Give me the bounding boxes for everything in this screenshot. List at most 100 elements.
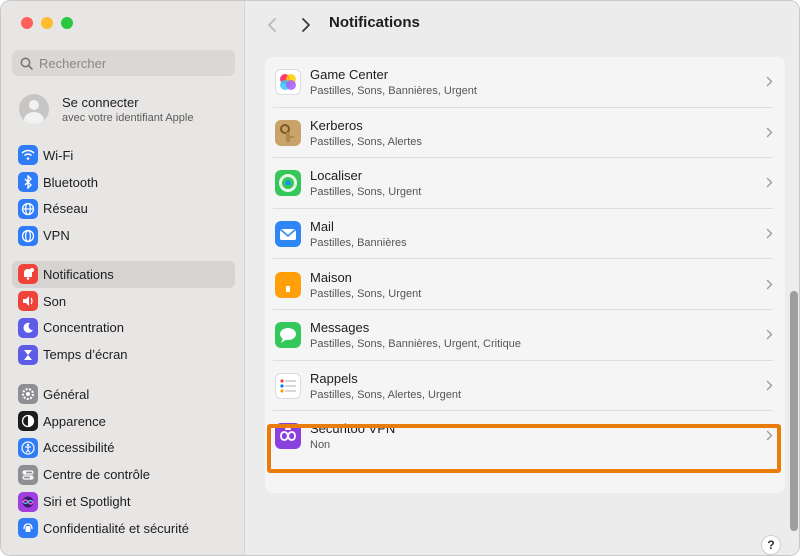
app-name: Messages bbox=[310, 320, 370, 336]
zoom-window-button[interactable] bbox=[61, 17, 73, 29]
reminders-icon bbox=[275, 372, 301, 399]
app-row-mail[interactable]: Mail Pastilles, Bannières bbox=[265, 209, 785, 260]
app-name: Mail bbox=[310, 219, 334, 235]
sidebar-item-appearance[interactable]: Apparence bbox=[12, 408, 235, 435]
app-notification-summary: Pastilles, Sons, Urgent bbox=[310, 287, 422, 300]
app-notification-summary: Pastilles, Sons, Bannières, Urgent, Crit… bbox=[310, 338, 521, 351]
sidebar-item-sound[interactable]: Son bbox=[12, 288, 235, 315]
network-icon bbox=[18, 198, 38, 219]
appearance-icon bbox=[18, 411, 38, 432]
app-name: Kerberos bbox=[310, 117, 363, 133]
app-name: Game Center bbox=[310, 67, 389, 83]
mail-icon bbox=[275, 221, 301, 248]
privacy-icon bbox=[18, 518, 38, 539]
sidebar-item-siri[interactable]: Siri et Spotlight bbox=[12, 488, 235, 515]
sidebar-item-vpn[interactable]: VPN bbox=[12, 222, 235, 249]
sidebar-group-system: Général Apparence Accessibilité Centre de c… bbox=[12, 381, 235, 542]
sidebar-item-focus[interactable]: Concentration bbox=[12, 315, 235, 342]
sidebar-item-label: Notifications bbox=[43, 266, 114, 282]
close-window-button[interactable] bbox=[21, 17, 33, 29]
sidebar-item-label: Apparence bbox=[43, 413, 106, 429]
app-notification-summary: Pastilles, Sons, Bannières, Urgent bbox=[310, 85, 477, 98]
app-row-kerberos[interactable]: Kerberos Pastilles, Sons, Alertes bbox=[265, 108, 785, 159]
apple-id-signin[interactable]: Se connecter avec votre identifiant Appl… bbox=[19, 91, 239, 127]
page-title: Notifications bbox=[329, 14, 420, 31]
siri-icon bbox=[18, 491, 38, 512]
notifications-icon bbox=[18, 264, 38, 285]
chevron-right-icon bbox=[766, 125, 773, 141]
app-name: Localiser bbox=[310, 168, 363, 184]
app-notification-summary: Pastilles, Sons, Urgent bbox=[310, 186, 422, 199]
sidebar-item-bluetooth[interactable]: Bluetooth bbox=[12, 169, 235, 196]
sidebar-item-label: Réseau bbox=[43, 201, 88, 217]
settings-window: Se connecter avec votre identifiant Appl… bbox=[0, 0, 800, 556]
find-my-icon bbox=[275, 170, 301, 197]
sidebar-item-label: Accessibilité bbox=[43, 440, 115, 456]
sidebar: Se connecter avec votre identifiant Appl… bbox=[1, 1, 245, 555]
sidebar-item-privacy[interactable]: Confidentialité et sécurité bbox=[12, 515, 235, 542]
general-icon bbox=[18, 384, 38, 405]
chevron-right-icon bbox=[766, 74, 773, 90]
search-field[interactable] bbox=[12, 50, 235, 76]
chevron-right-icon bbox=[766, 226, 773, 242]
app-row-find-my[interactable]: Localiser Pastilles, Sons, Urgent bbox=[265, 158, 785, 209]
chevron-right-icon bbox=[766, 277, 773, 293]
accessibility-icon bbox=[18, 437, 38, 458]
sidebar-item-general[interactable]: Général bbox=[12, 381, 235, 408]
sidebar-item-wifi[interactable]: Wi-Fi bbox=[12, 142, 235, 169]
sidebar-item-screen-time[interactable]: Temps d’écran bbox=[12, 341, 235, 368]
account-subtitle: avec votre identifiant Apple bbox=[62, 111, 194, 124]
app-name: Maison bbox=[310, 269, 352, 285]
kerberos-icon bbox=[275, 119, 301, 146]
toolbar: Notifications bbox=[246, 1, 799, 49]
help-button[interactable]: ? bbox=[761, 535, 781, 555]
chevron-right-icon bbox=[766, 378, 773, 394]
chevron-right-icon bbox=[302, 18, 310, 32]
app-notification-summary: Pastilles, Bannières bbox=[310, 237, 407, 250]
highlight-box bbox=[267, 424, 781, 473]
back-button[interactable] bbox=[262, 15, 282, 35]
sidebar-item-notifications[interactable]: Notifications bbox=[12, 261, 235, 288]
search-input[interactable] bbox=[39, 55, 219, 71]
app-row-home[interactable]: Maison Pastilles, Sons, Urgent bbox=[265, 259, 785, 310]
sidebar-item-label: Centre de contrôle bbox=[43, 467, 150, 483]
messages-icon bbox=[275, 322, 301, 349]
forward-button[interactable] bbox=[296, 15, 316, 35]
sidebar-item-network[interactable]: Réseau bbox=[12, 196, 235, 223]
app-name: Rappels bbox=[310, 370, 358, 386]
scrollbar[interactable] bbox=[790, 291, 798, 531]
wifi-icon bbox=[18, 145, 38, 166]
chevron-right-icon bbox=[766, 327, 773, 343]
vpn-icon bbox=[18, 225, 38, 246]
app-notification-summary: Pastilles, Sons, Alertes bbox=[310, 135, 422, 148]
sidebar-group-network: Wi-Fi Bluetooth Réseau VPN bbox=[12, 142, 235, 249]
app-row-reminders[interactable]: Rappels Pastilles, Sons, Alertes, Urgent bbox=[265, 361, 785, 412]
sidebar-item-label: Temps d’écran bbox=[43, 347, 128, 363]
home-icon bbox=[275, 271, 301, 298]
minimize-window-button[interactable] bbox=[41, 17, 53, 29]
sidebar-item-label: Bluetooth bbox=[43, 174, 98, 190]
bluetooth-icon bbox=[18, 172, 38, 193]
focus-icon bbox=[18, 317, 38, 338]
game-center-icon bbox=[275, 69, 301, 96]
sidebar-item-label: Confidentialité et sécurité bbox=[43, 520, 189, 536]
avatar bbox=[19, 94, 49, 124]
sidebar-item-label: VPN bbox=[43, 228, 70, 244]
sidebar-item-accessibility[interactable]: Accessibilité bbox=[12, 435, 235, 462]
search-icon bbox=[20, 57, 33, 70]
screen-time-icon bbox=[18, 344, 38, 365]
chevron-left-icon bbox=[268, 18, 276, 32]
app-row-game-center[interactable]: Game Center Pastilles, Sons, Bannières, U… bbox=[265, 57, 785, 108]
control-center-icon bbox=[18, 464, 38, 485]
sidebar-item-label: Concentration bbox=[43, 320, 124, 336]
app-notification-summary: Pastilles, Sons, Alertes, Urgent bbox=[310, 388, 462, 401]
app-row-messages[interactable]: Messages Pastilles, Sons, Bannières, Urge… bbox=[265, 310, 785, 361]
sidebar-item-control-center[interactable]: Centre de contrôle bbox=[12, 461, 235, 488]
sound-icon bbox=[18, 291, 38, 312]
account-title: Se connecter bbox=[62, 94, 139, 110]
sidebar-group-notifications: Notifications Son Concentration Temps d’écr… bbox=[12, 261, 235, 368]
sidebar-item-label: Général bbox=[43, 386, 90, 402]
sidebar-item-label: Wi-Fi bbox=[43, 147, 74, 163]
sidebar-item-label: Siri et Spotlight bbox=[43, 494, 131, 510]
chevron-right-icon bbox=[766, 175, 773, 191]
